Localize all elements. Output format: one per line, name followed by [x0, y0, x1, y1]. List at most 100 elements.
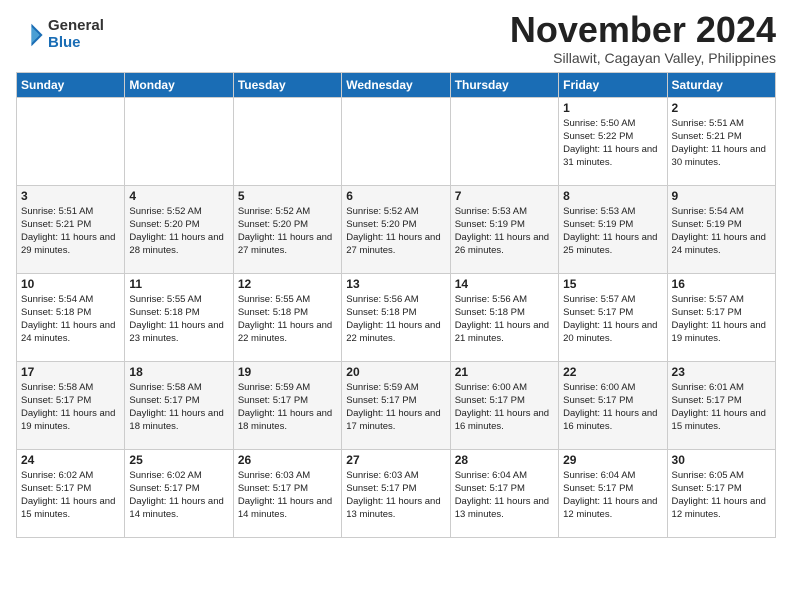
calendar-cell: 19Sunrise: 5:59 AM Sunset: 5:17 PM Dayli… [233, 361, 341, 449]
calendar-cell: 15 Sunrise: 5:57 AM Sunset: 5:17 PM Dayli… [559, 273, 667, 361]
day-number: 30 [672, 453, 771, 467]
day-number: 14 [455, 277, 554, 291]
calendar-cell: 14 Sunrise: 5:56 AM Sunset: 5:18 PM Dayli… [450, 273, 558, 361]
calendar-cell: 9 Sunrise: 5:54 AM Sunset: 5:19 PM Daylig… [667, 185, 775, 273]
day-info: Sunrise: 6:05 AM Sunset: 5:17 PM Dayligh… [672, 469, 771, 522]
calendar-cell [450, 97, 558, 185]
day-number: 3 [21, 189, 120, 203]
title-block: November 2024 Sillawit, Cagayan Valley, … [510, 10, 776, 66]
day-number: 13 [346, 277, 445, 291]
day-info: Sunrise: 5:58 AM Sunset: 5:17 PM Dayligh… [21, 381, 120, 434]
day-info: Sunrise: 6:00 AM Sunset: 5:17 PM Dayligh… [563, 381, 662, 434]
calendar-cell: 30 Sunrise: 6:05 AM Sunset: 5:17 PM Dayli… [667, 449, 775, 537]
day-info: Sunrise: 6:00 AM Sunset: 5:17 PM Dayligh… [455, 381, 554, 434]
day-info: Sunrise: 5:51 AM Sunset: 5:21 PM Dayligh… [672, 117, 771, 170]
day-number: 6 [346, 189, 445, 203]
calendar-cell: 26Sunrise: 6:03 AM Sunset: 5:17 PM Dayli… [233, 449, 341, 537]
page-header: General Blue November 2024 Sillawit, Cag… [16, 10, 776, 66]
calendar-cell: 17 Sunrise: 5:58 AM Sunset: 5:17 PM Dayli… [17, 361, 125, 449]
calendar-cell: 20 Sunrise: 5:59 AM Sunset: 5:17 PM Dayli… [342, 361, 450, 449]
calendar-cell: 11 Sunrise: 5:55 AM Sunset: 5:18 PM Dayli… [125, 273, 233, 361]
day-info: Sunrise: 5:55 AM Sunset: 5:18 PM Dayligh… [129, 293, 228, 346]
day-number: 12 [238, 277, 337, 291]
day-number: 10 [21, 277, 120, 291]
weekday-header: Friday [559, 72, 667, 97]
calendar-cell: 22 Sunrise: 6:00 AM Sunset: 5:17 PM Dayli… [559, 361, 667, 449]
calendar-cell: 1 Sunrise: 5:50 AM Sunset: 5:22 PM Daylig… [559, 97, 667, 185]
day-info: Sunrise: 5:55 AM Sunset: 5:18 PM Dayligh… [238, 293, 337, 346]
day-info: Sunrise: 5:59 AM Sunset: 5:17 PM Dayligh… [346, 381, 445, 434]
calendar-cell: 4Sunrise: 5:52 AM Sunset: 5:20 PM Daylig… [125, 185, 233, 273]
day-number: 11 [129, 277, 228, 291]
day-info: Sunrise: 5:57 AM Sunset: 5:17 PM Dayligh… [672, 293, 771, 346]
day-info: Sunrise: 6:02 AM Sunset: 5:17 PM Dayligh… [129, 469, 228, 522]
calendar-cell [233, 97, 341, 185]
day-number: 8 [563, 189, 662, 203]
calendar-cell: 3 Sunrise: 5:51 AM Sunset: 5:21 PM Daylig… [17, 185, 125, 273]
month-title: November 2024 [510, 10, 776, 50]
calendar-table: SundayMondayTuesdayWednesdayThursdayFrid… [16, 72, 776, 538]
day-info: Sunrise: 6:03 AM Sunset: 5:17 PM Dayligh… [346, 469, 445, 522]
calendar-cell: 24 Sunrise: 6:02 AM Sunset: 5:17 PM Dayli… [17, 449, 125, 537]
day-info: Sunrise: 5:50 AM Sunset: 5:22 PM Dayligh… [563, 117, 662, 170]
calendar-cell: 28 Sunrise: 6:04 AM Sunset: 5:17 PM Dayli… [450, 449, 558, 537]
day-info: Sunrise: 5:52 AM Sunset: 5:20 PM Dayligh… [129, 205, 228, 258]
calendar-week-row: 3 Sunrise: 5:51 AM Sunset: 5:21 PM Daylig… [17, 185, 776, 273]
calendar-cell: 16 Sunrise: 5:57 AM Sunset: 5:17 PM Dayli… [667, 273, 775, 361]
day-number: 7 [455, 189, 554, 203]
day-number: 24 [21, 453, 120, 467]
day-number: 22 [563, 365, 662, 379]
day-info: Sunrise: 5:53 AM Sunset: 5:19 PM Dayligh… [563, 205, 662, 258]
calendar-cell: 12 Sunrise: 5:55 AM Sunset: 5:18 PM Dayli… [233, 273, 341, 361]
day-info: Sunrise: 6:03 AM Sunset: 5:17 PM Dayligh… [238, 469, 337, 522]
day-info: Sunrise: 5:54 AM Sunset: 5:18 PM Dayligh… [21, 293, 120, 346]
location-subtitle: Sillawit, Cagayan Valley, Philippines [510, 50, 776, 66]
calendar-week-row: 10 Sunrise: 5:54 AM Sunset: 5:18 PM Dayli… [17, 273, 776, 361]
logo-icon [16, 21, 44, 49]
calendar-cell [125, 97, 233, 185]
weekday-header: Sunday [17, 72, 125, 97]
day-info: Sunrise: 6:02 AM Sunset: 5:17 PM Dayligh… [21, 469, 120, 522]
day-number: 15 [563, 277, 662, 291]
weekday-header: Saturday [667, 72, 775, 97]
calendar-cell: 18 Sunrise: 5:58 AM Sunset: 5:17 PM Dayli… [125, 361, 233, 449]
calendar-cell: 5Sunrise: 5:52 AM Sunset: 5:20 PM Daylig… [233, 185, 341, 273]
calendar-cell: 2Sunrise: 5:51 AM Sunset: 5:21 PM Daylig… [667, 97, 775, 185]
calendar-cell: 29Sunrise: 6:04 AM Sunset: 5:17 PM Dayli… [559, 449, 667, 537]
day-number: 25 [129, 453, 228, 467]
calendar-cell: 23Sunrise: 6:01 AM Sunset: 5:17 PM Dayli… [667, 361, 775, 449]
logo: General Blue [16, 18, 104, 51]
day-info: Sunrise: 5:58 AM Sunset: 5:17 PM Dayligh… [129, 381, 228, 434]
day-info: Sunrise: 6:01 AM Sunset: 5:17 PM Dayligh… [672, 381, 771, 434]
day-number: 1 [563, 101, 662, 115]
calendar-cell: 8 Sunrise: 5:53 AM Sunset: 5:19 PM Daylig… [559, 185, 667, 273]
calendar-cell: 6 Sunrise: 5:52 AM Sunset: 5:20 PM Daylig… [342, 185, 450, 273]
calendar-cell [342, 97, 450, 185]
logo-line1: General [48, 18, 104, 35]
day-number: 28 [455, 453, 554, 467]
calendar-cell: 25 Sunrise: 6:02 AM Sunset: 5:17 PM Dayli… [125, 449, 233, 537]
day-info: Sunrise: 6:04 AM Sunset: 5:17 PM Dayligh… [455, 469, 554, 522]
day-number: 20 [346, 365, 445, 379]
day-number: 21 [455, 365, 554, 379]
weekday-header: Thursday [450, 72, 558, 97]
day-info: Sunrise: 5:52 AM Sunset: 5:20 PM Dayligh… [238, 205, 337, 258]
logo-line2: Blue [48, 35, 104, 52]
weekday-header: Tuesday [233, 72, 341, 97]
day-number: 9 [672, 189, 771, 203]
calendar-cell: 13Sunrise: 5:56 AM Sunset: 5:18 PM Dayli… [342, 273, 450, 361]
weekday-header: Wednesday [342, 72, 450, 97]
day-info: Sunrise: 5:51 AM Sunset: 5:21 PM Dayligh… [21, 205, 120, 258]
day-info: Sunrise: 5:57 AM Sunset: 5:17 PM Dayligh… [563, 293, 662, 346]
day-info: Sunrise: 6:04 AM Sunset: 5:17 PM Dayligh… [563, 469, 662, 522]
weekday-header: Monday [125, 72, 233, 97]
calendar-week-row: 24 Sunrise: 6:02 AM Sunset: 5:17 PM Dayli… [17, 449, 776, 537]
day-info: Sunrise: 5:54 AM Sunset: 5:19 PM Dayligh… [672, 205, 771, 258]
day-info: Sunrise: 5:56 AM Sunset: 5:18 PM Dayligh… [455, 293, 554, 346]
day-number: 17 [21, 365, 120, 379]
day-info: Sunrise: 5:53 AM Sunset: 5:19 PM Dayligh… [455, 205, 554, 258]
day-info: Sunrise: 5:52 AM Sunset: 5:20 PM Dayligh… [346, 205, 445, 258]
calendar-cell: 10 Sunrise: 5:54 AM Sunset: 5:18 PM Dayli… [17, 273, 125, 361]
day-number: 16 [672, 277, 771, 291]
day-number: 18 [129, 365, 228, 379]
